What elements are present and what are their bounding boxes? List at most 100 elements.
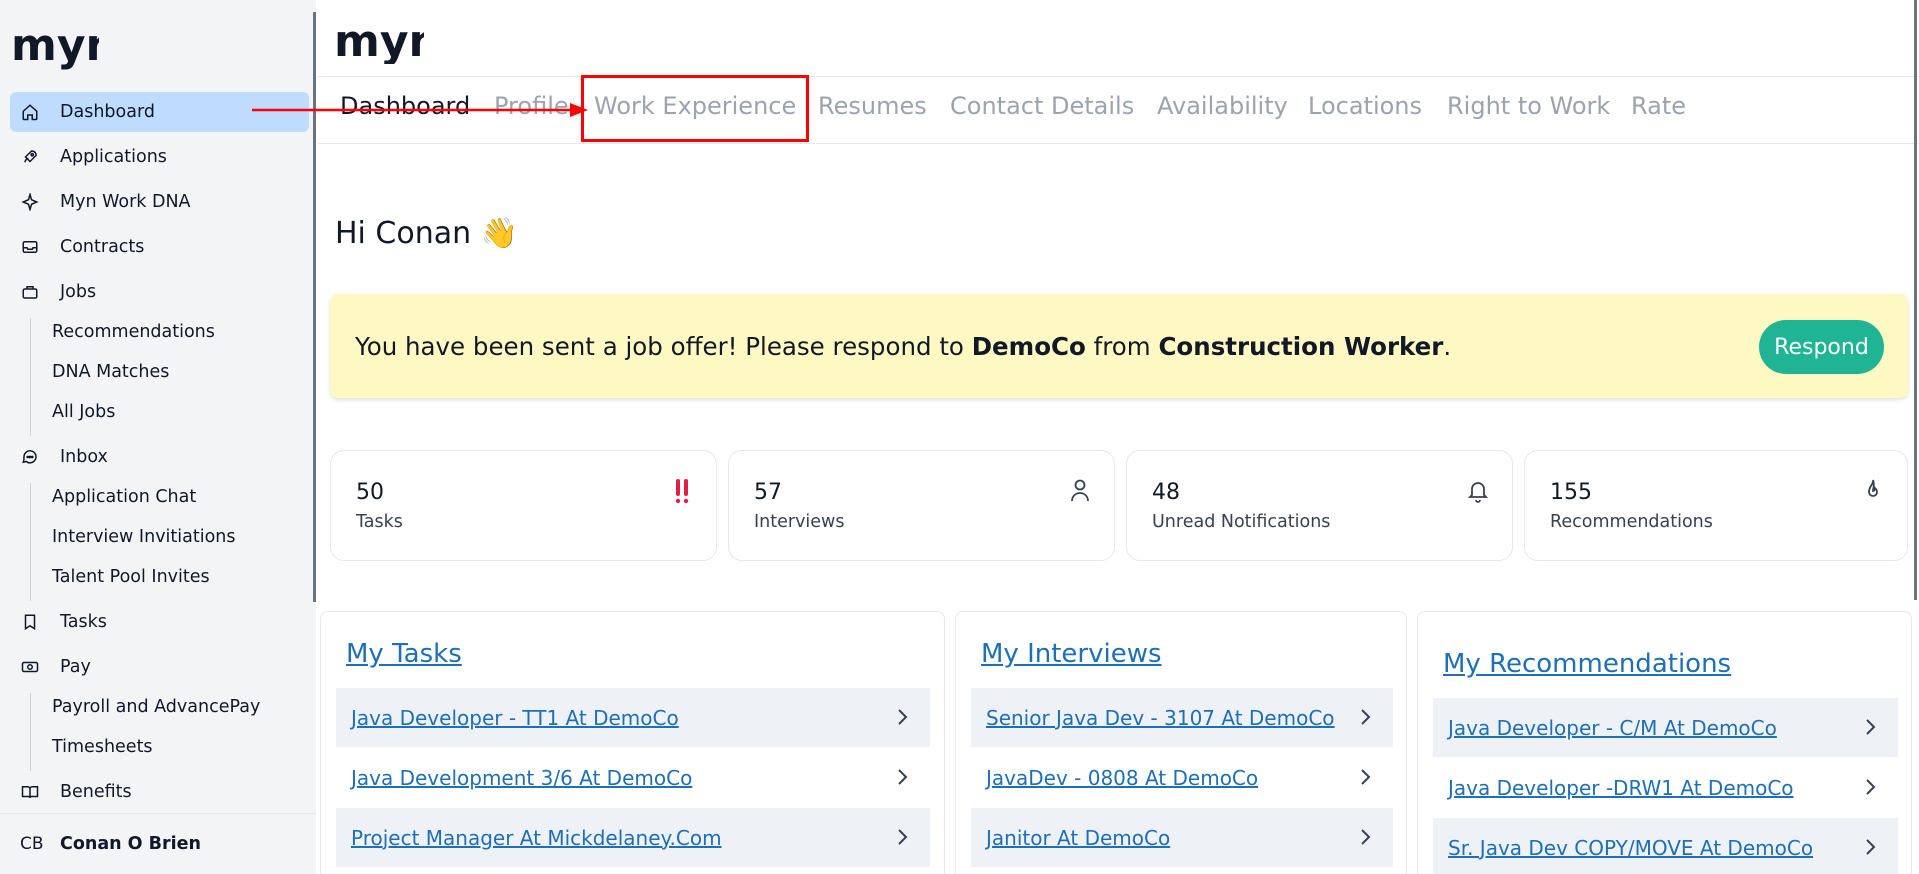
chevron-right-icon [1361, 709, 1371, 725]
avatar: CB [20, 834, 44, 854]
chevron-right-icon [898, 769, 908, 785]
stat-card-interviews[interactable]: 57 Interviews [728, 450, 1115, 561]
sidebar-item-label: Pay [60, 657, 91, 677]
annotation-arrow [252, 103, 588, 117]
my-interviews-title[interactable]: My Interviews [981, 639, 1162, 669]
stat-label: Unread Notifications [1152, 512, 1331, 532]
offer-role: Construction Worker [1158, 332, 1444, 361]
sidebar: myn Dashboard Applications Myn Work DNA [0, 0, 316, 874]
sidebar-item-pay[interactable]: Pay [10, 647, 309, 687]
header-logo[interactable]: myn [334, 18, 424, 64]
tab-right-to-work[interactable]: Right to Work [1447, 92, 1610, 120]
inbox-tray-icon [20, 237, 40, 257]
task-row[interactable]: Project Manager At Mickdelaney.Com [336, 808, 930, 867]
sidebar-item-applications[interactable]: Applications [10, 137, 309, 177]
job-offer-message: You have been sent a job offer! Please r… [355, 332, 1452, 361]
my-tasks-title[interactable]: My Tasks [346, 639, 462, 669]
stat-label: Interviews [754, 512, 845, 532]
interview-row[interactable]: Senior Java Dev - 3107 At DemoCo [971, 688, 1393, 747]
sidebar-item-label: Benefits [60, 782, 132, 802]
sidebar-logo[interactable]: myn [11, 26, 99, 72]
chevron-right-icon [898, 709, 908, 725]
home-icon [20, 102, 40, 122]
app-window: myn Dashboard Applications Myn Work DNA [0, 0, 1919, 874]
sidebar-item-label: Contracts [60, 237, 145, 257]
job-offer-banner: You have been sent a job offer! Please r… [330, 294, 1908, 398]
chevron-right-icon [1866, 779, 1876, 795]
sidebar-subitem-timesheets[interactable]: Timesheets [52, 733, 153, 761]
chevron-right-icon [1361, 769, 1371, 785]
user-name: Conan O Brien [60, 834, 201, 854]
book-open-icon [20, 782, 40, 802]
stat-label: Tasks [356, 512, 403, 532]
chat-bubble-icon [20, 447, 40, 467]
stat-value: 48 [1152, 480, 1180, 505]
user-icon [1071, 479, 1089, 502]
stat-value: 57 [754, 480, 782, 505]
briefcase-icon [20, 282, 40, 302]
page-title: Hi Conan 👋 [335, 216, 519, 251]
offer-company: DemoCo [971, 332, 1086, 361]
inbox-submenu-line [30, 483, 31, 601]
cash-icon [20, 657, 40, 677]
user-menu[interactable]: CB Conan O Brien [0, 813, 316, 874]
my-recommendations-card: My Recommendations Java Developer - C/M … [1417, 611, 1912, 874]
sidebar-scrollbar[interactable] [313, 12, 316, 602]
respond-button[interactable]: Respond [1759, 320, 1884, 374]
sidebar-subitem-interview-invitations[interactable]: Interview Invitiations [52, 523, 236, 551]
my-recommendations-title[interactable]: My Recommendations [1443, 649, 1731, 679]
chevron-right-icon [1866, 719, 1876, 735]
double-exclamation-icon [675, 479, 689, 504]
stat-value: 50 [356, 480, 384, 505]
chevron-right-icon [898, 829, 908, 845]
tab-locations[interactable]: Locations [1308, 92, 1422, 120]
sidebar-item-tasks[interactable]: Tasks [10, 602, 309, 642]
sidebar-item-label: Dashboard [60, 102, 155, 122]
tabs-divider [318, 143, 1919, 144]
stat-card-recommendations[interactable]: 155 Recommendations [1524, 450, 1908, 561]
sidebar-subitem-dna-matches[interactable]: DNA Matches [52, 358, 169, 386]
tab-resumes[interactable]: Resumes [818, 92, 927, 120]
stat-card-notifications[interactable]: 48 Unread Notifications [1126, 450, 1513, 561]
svg-text:myn: myn [11, 26, 99, 71]
sidebar-item-inbox[interactable]: Inbox [10, 437, 309, 477]
jobs-submenu-line [30, 318, 31, 436]
sidebar-item-label: Tasks [60, 612, 107, 632]
sidebar-item-label: Myn Work DNA [60, 192, 191, 212]
annotation-highlight-box [581, 75, 809, 142]
sidebar-subitem-all-jobs[interactable]: All Jobs [52, 398, 115, 426]
sidebar-item-jobs[interactable]: Jobs [10, 272, 309, 312]
bell-icon [1467, 482, 1489, 503]
header-divider [318, 76, 1919, 77]
recommendation-row[interactable]: Java Developer - C/M At DemoCo [1433, 698, 1898, 757]
task-row[interactable]: Java Developer - TT1 At DemoCo [336, 688, 930, 747]
tab-rate[interactable]: Rate [1631, 92, 1686, 120]
stat-label: Recommendations [1550, 512, 1713, 532]
tab-availability[interactable]: Availability [1157, 92, 1288, 120]
chevron-right-icon [1866, 839, 1876, 855]
tab-contact-details[interactable]: Contact Details [950, 92, 1134, 120]
my-tasks-card: My Tasks Java Developer - TT1 At DemoCo … [320, 611, 945, 874]
chevron-right-icon [1361, 829, 1371, 845]
recommendation-row[interactable]: Sr. Java Dev COPY/MOVE At DemoCo [1433, 818, 1898, 874]
sidebar-subitem-talent-pool-invites[interactable]: Talent Pool Invites [52, 563, 210, 591]
recommendation-row[interactable]: Java Developer -DRW1 At DemoCo [1433, 758, 1898, 817]
task-row[interactable]: Java Development 3/6 At DemoCo [336, 748, 930, 807]
sidebar-item-contracts[interactable]: Contracts [10, 227, 309, 267]
sparkle-icon [20, 192, 40, 212]
bookmark-icon [20, 612, 40, 632]
sidebar-item-myn-work-dna[interactable]: Myn Work DNA [10, 182, 309, 222]
sidebar-item-benefits[interactable]: Benefits [10, 772, 309, 812]
sidebar-subitem-recommendations[interactable]: Recommendations [52, 318, 215, 346]
stat-card-tasks[interactable]: 50 Tasks [330, 450, 717, 561]
sidebar-item-label: Inbox [60, 447, 108, 467]
svg-text:myn: myn [334, 18, 424, 64]
sidebar-subitem-application-chat[interactable]: Application Chat [52, 483, 196, 511]
sidebar-item-label: Applications [60, 147, 167, 167]
rocket-icon [20, 147, 40, 167]
sidebar-subitem-payroll[interactable]: Payroll and AdvancePay [52, 693, 260, 721]
interview-row[interactable]: JavaDev - 0808 At DemoCo [971, 748, 1393, 807]
interview-row[interactable]: Janitor At DemoCo [971, 808, 1393, 867]
flame-icon [1868, 479, 1878, 497]
main-scrollbar[interactable] [1914, 0, 1917, 600]
